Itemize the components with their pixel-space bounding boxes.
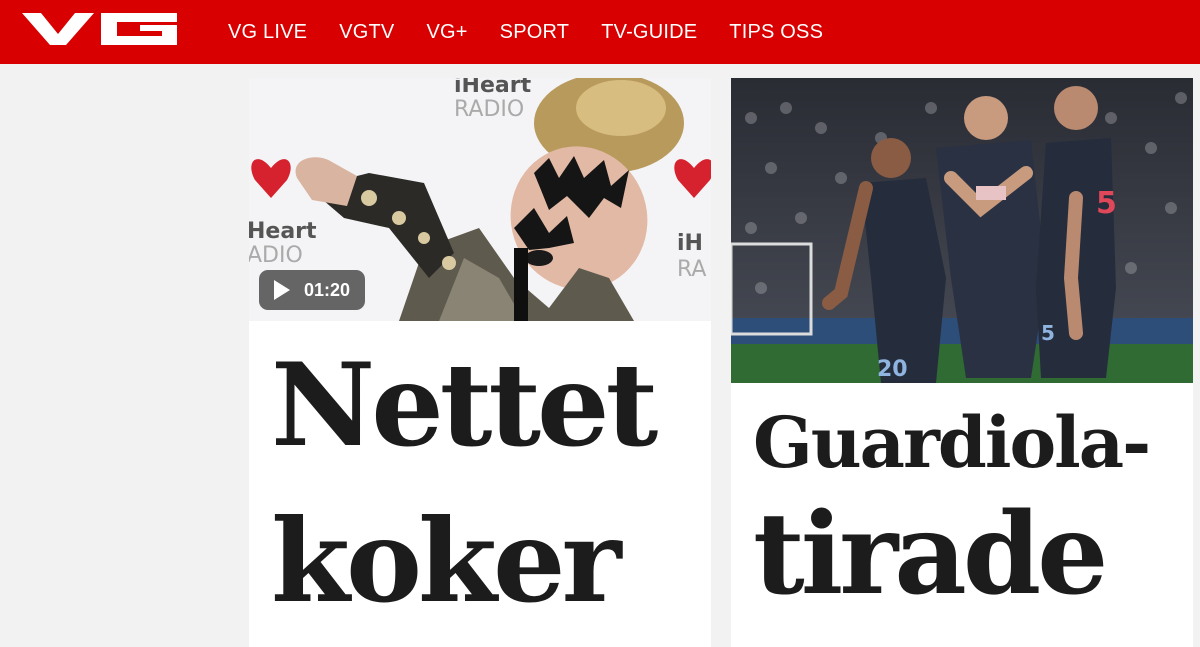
headline-line-2[interactable]: tirade: [753, 490, 1108, 620]
headline-line-1[interactable]: Nettet: [271, 340, 658, 470]
top-navigation-bar: VG LIVE VGTV VG+ SPORT TV-GUIDE TIPS OSS: [0, 0, 1200, 64]
svg-text:RA: RA: [677, 257, 706, 282]
svg-text:iH: iH: [677, 231, 703, 256]
svg-text:5: 5: [1041, 321, 1055, 345]
headline-line-2[interactable]: koker: [271, 496, 622, 626]
play-icon: [274, 280, 290, 300]
svg-text:RADIO: RADIO: [454, 97, 524, 122]
nav-item-tv-guide[interactable]: TV-GUIDE: [601, 21, 697, 44]
nav-item-vg-live[interactable]: VG LIVE: [228, 21, 307, 44]
article-card-nettet-koker[interactable]: iHeart RADIO Heart ADIO iH RA 01:20 Nett…: [249, 78, 711, 647]
svg-text:iHeart: iHeart: [454, 78, 532, 98]
article-image[interactable]: 20 5 5: [731, 78, 1193, 383]
article-card-guardiola-tirade[interactable]: 20 5 5 Guardiola- tirade: [731, 78, 1193, 647]
svg-text:20: 20: [877, 357, 908, 382]
svg-text:Heart: Heart: [249, 219, 317, 244]
article-image[interactable]: iHeart RADIO Heart ADIO iH RA 01:20: [249, 78, 711, 321]
video-duration: 01:20: [304, 279, 351, 300]
vg-logo[interactable]: [22, 13, 177, 45]
nav-item-tips-oss[interactable]: TIPS OSS: [729, 21, 823, 44]
nav-item-sport[interactable]: SPORT: [500, 21, 570, 44]
svg-text:ADIO: ADIO: [249, 243, 303, 268]
nav-item-vg-plus[interactable]: VG+: [426, 21, 467, 44]
headline-line-1[interactable]: Guardiola-: [753, 401, 1151, 485]
main-nav: VG LIVE VGTV VG+ SPORT TV-GUIDE TIPS OSS: [228, 0, 855, 64]
football-players-photo: 20 5 5: [731, 78, 1193, 383]
nav-item-vgtv[interactable]: VGTV: [339, 21, 394, 44]
video-badge[interactable]: 01:20: [259, 270, 365, 310]
svg-text:5: 5: [1096, 186, 1117, 221]
